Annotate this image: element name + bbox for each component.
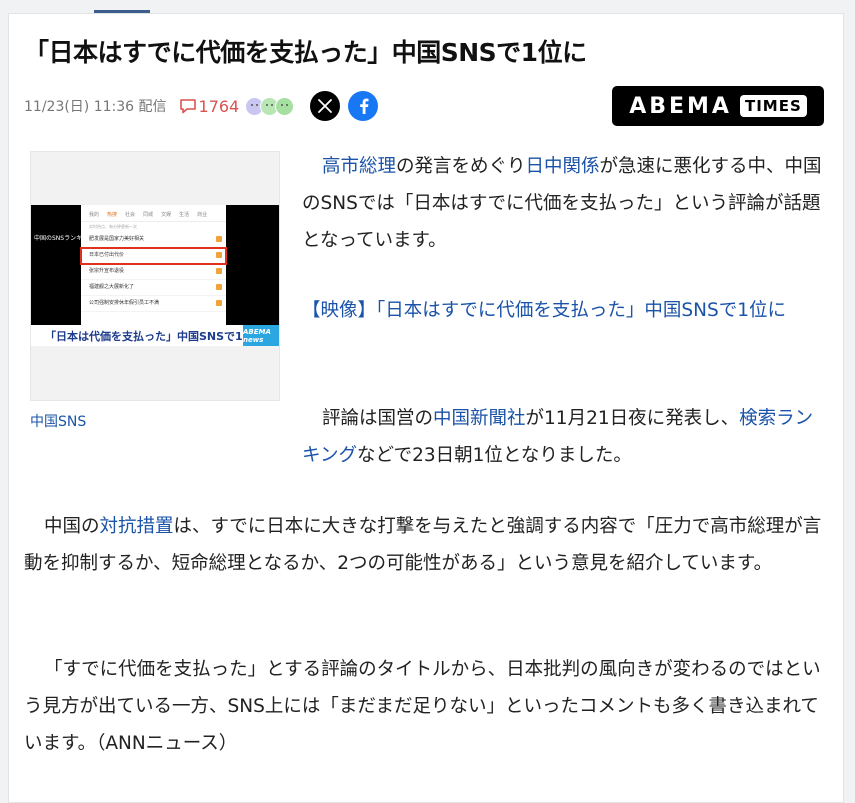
- comment-bubble-icon: [179, 99, 196, 114]
- reaction-faces[interactable]: [245, 96, 295, 116]
- paragraph-2: 【映像】「日本はすでに代価を支払った」中国SNSで1位に: [302, 292, 828, 329]
- phone-list-item: 公司强制安排休年假引员工不满: [81, 296, 226, 312]
- link-china-news-service[interactable]: 中国新聞社: [433, 408, 526, 429]
- phone-row-text: 日本已付出代价: [89, 252, 125, 258]
- comments-link[interactable]: 1764: [179, 96, 240, 116]
- video-link[interactable]: 【映像】「日本はすでに代価を支払った」中国SNSで1位に: [302, 300, 786, 321]
- paragraph-text: が11月21日夜に発表し、: [525, 408, 740, 429]
- phone-tab: 热搜: [107, 212, 118, 218]
- reaction-face-icon: [275, 96, 295, 116]
- link-takaichi[interactable]: 高市総理: [322, 156, 396, 177]
- hot-badge-icon: [216, 284, 222, 290]
- video-frame: 中国のSNSランキング きょう 我的 热搜 社会 同城 文娱 生活 商业 实时热…: [31, 205, 279, 346]
- paragraph-text: の発言をめぐり: [396, 156, 526, 177]
- paragraph-text: 「すでに代価を支払った」とする評論のタイトルから、日本批判の風向きが変わるのでは…: [24, 659, 821, 754]
- phone-list-item-highlighted: 日本已付出代价: [80, 247, 227, 265]
- comment-count: 1764: [198, 96, 240, 116]
- hot-badge-icon: [216, 252, 222, 258]
- abema-times-logo[interactable]: ABEMA TIMES: [612, 86, 824, 126]
- paragraph-text: 評論は国営の: [322, 408, 434, 429]
- phone-tab: 社会: [125, 212, 136, 218]
- video-caption-text: 「日本は代価を支払った」中国SNSで1位に: [45, 329, 265, 343]
- link-countermeasures[interactable]: 対抗措置: [100, 516, 174, 537]
- paragraph-4: 中国の対抗措置は、すでに日本に大きな打撃を与えたと強調する内容で「圧力で高市総理…: [24, 508, 830, 582]
- paragraph-3: 評論は国営の中国新聞社が11月21日夜に発表し、検索ランキングなどで23日朝1位…: [302, 400, 828, 474]
- image-tag-link[interactable]: 中国SNS: [30, 411, 86, 431]
- phone-list-item: 肥发展是国家力美好相关: [81, 232, 226, 248]
- phone-row-text: 公司强制安排休年假引员工不满: [89, 300, 160, 306]
- video-caption: 「日本は代価を支払った」中国SNSで1位に ABEMA news: [31, 325, 279, 346]
- link-japan-china-relations[interactable]: 日中関係: [526, 156, 600, 177]
- paragraph-1: 高市総理の発言をめぐり日中関係が急速に悪化する中、中国のSNSでは「日本はすでに…: [302, 148, 828, 259]
- logo-times-text: TIMES: [739, 95, 807, 117]
- facebook-logo-icon: [360, 98, 369, 114]
- phone-tab: 我的: [89, 212, 100, 218]
- phone-row-text: 张宗升宣布退役: [89, 268, 125, 274]
- phone-tab: 文娱: [161, 212, 172, 218]
- article-title: 「日本はすでに代価を支払った」中国SNSで1位に: [24, 38, 587, 67]
- phone-tabs: 我的 热搜 社会 同城 文娱 生活 商业: [81, 205, 226, 222]
- hot-badge-icon: [216, 300, 222, 306]
- phone-tab: 同城: [143, 212, 154, 218]
- phone-list-item: 福建舰之大展新化了: [81, 280, 226, 296]
- paragraph-text: などで23日朝1位となりました。: [356, 445, 632, 466]
- hot-badge-icon: [216, 268, 222, 274]
- phone-subtitle: 实时热点，每分钟更新一次: [89, 224, 137, 229]
- article-thumbnail[interactable]: 中国のSNSランキング きょう 我的 热搜 社会 同城 文娱 生活 商业 实时热…: [30, 151, 280, 401]
- share-x-button[interactable]: [310, 91, 341, 121]
- x-logo-icon: [318, 99, 333, 113]
- hot-badge-icon: [216, 236, 222, 242]
- abema-news-badge: ABEMA news: [243, 325, 279, 346]
- phone-row-text: 肥发展是国家力美好相关: [89, 236, 145, 242]
- article-meta: 11/23(日) 11:36 配信 1764: [24, 90, 379, 122]
- paragraph-text: 中国の: [44, 516, 100, 537]
- publish-date: 11/23(日) 11:36 配信: [24, 99, 167, 115]
- phone-tab: 生活: [179, 212, 190, 218]
- logo-abema-text: ABEMA: [629, 93, 732, 119]
- phone-tab: 商业: [197, 212, 208, 218]
- phone-list-item: 张宗升宣布退役: [81, 264, 226, 280]
- paragraph-5: 「すでに代価を支払った」とする評論のタイトルから、日本批判の風向きが変わるのでは…: [24, 651, 830, 762]
- phone-row-text: 福建舰之大展新化了: [89, 284, 135, 290]
- share-facebook-button[interactable]: [348, 91, 379, 121]
